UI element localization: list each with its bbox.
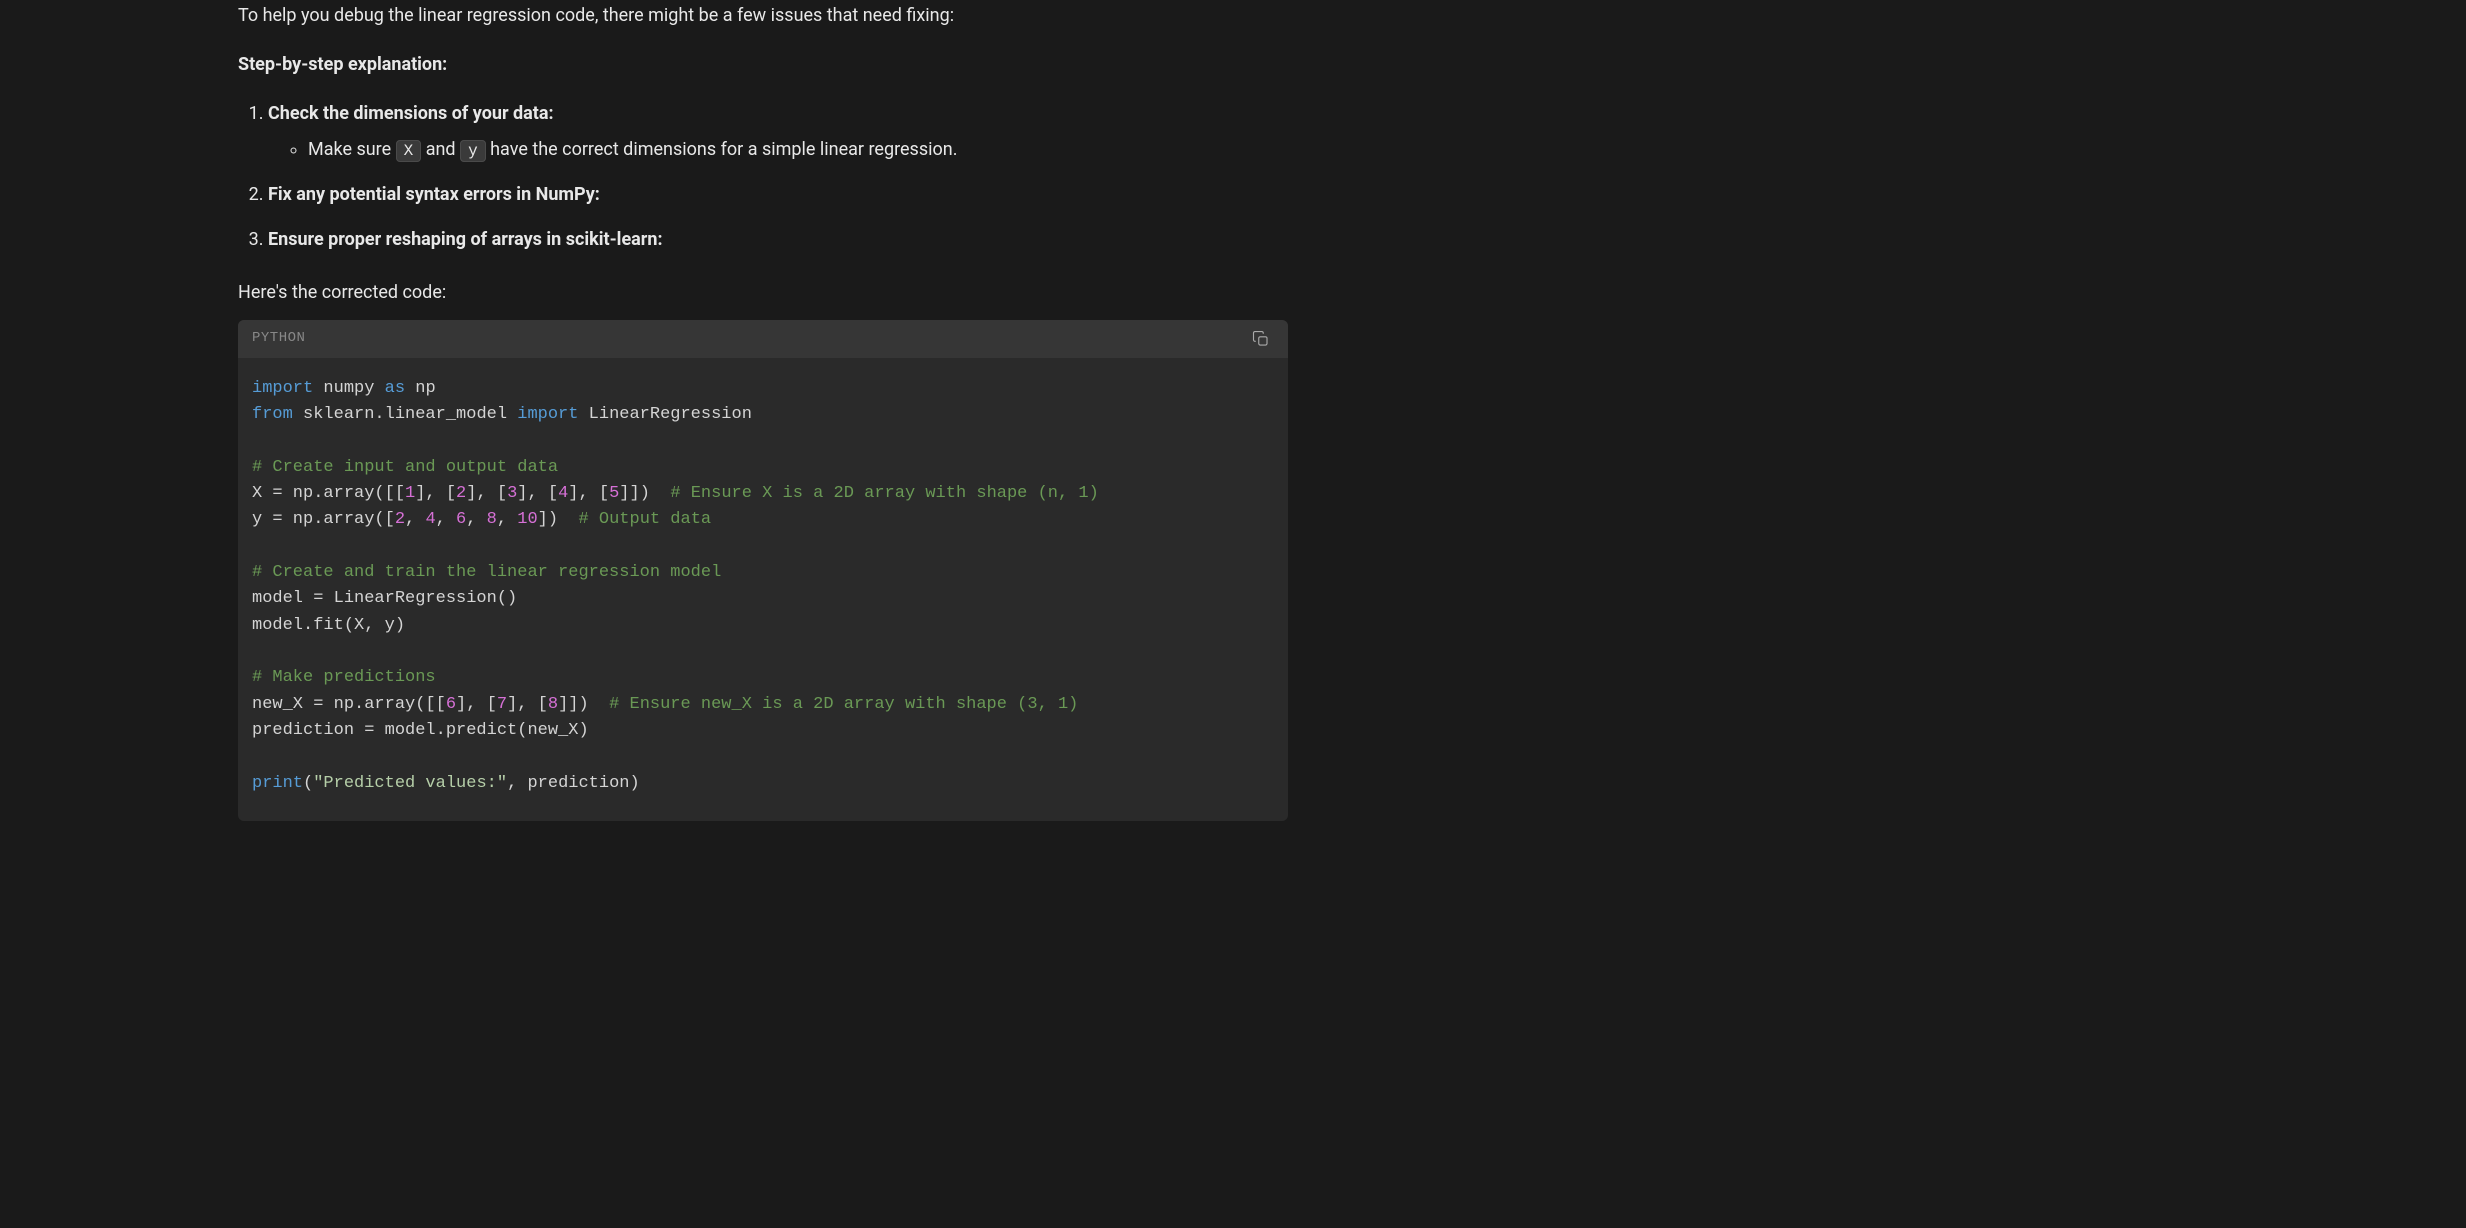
code-token: 4 [558, 484, 568, 503]
code-token: 2 [395, 510, 405, 529]
code-token: 4 [425, 510, 435, 529]
inline-code-x: X [396, 140, 422, 162]
copy-code-button[interactable] [1248, 326, 1274, 352]
code-token: X = np.array([[ [252, 484, 405, 503]
code-token: ]]) [619, 484, 670, 503]
code-token: # Create and train the linear regression… [252, 563, 721, 582]
code-token: ]) [538, 510, 579, 529]
step-title: Ensure proper reshaping of arrays in sci… [268, 229, 663, 250]
code-token: # Ensure new_X is a 2D array with shape … [609, 695, 1078, 714]
code-token: 6 [446, 695, 456, 714]
step-heading: Step-by-step explanation: [238, 51, 1288, 80]
step-item-2: Fix any potential syntax errors in NumPy… [268, 181, 1288, 210]
code-token: model.fit(X, y) [252, 616, 405, 635]
code-token: # Ensure X is a 2D array with shape (n, … [670, 484, 1098, 503]
code-token: ], [ [517, 484, 558, 503]
code-token: ], [ [568, 484, 609, 503]
corrected-code-label: Here's the corrected code: [238, 279, 1288, 308]
code-token: 6 [456, 510, 466, 529]
code-token: 1 [405, 484, 415, 503]
code-token: , [497, 510, 517, 529]
code-token: import [517, 405, 578, 424]
code-block: PYTHON import numpy as np from sklearn.l… [238, 320, 1288, 822]
copy-icon [1252, 330, 1270, 348]
code-token: y = np.array([ [252, 510, 395, 529]
code-token: , prediction) [507, 774, 640, 793]
code-token: , [466, 510, 486, 529]
code-token: from [252, 405, 293, 424]
code-token: , [436, 510, 456, 529]
intro-paragraph: To help you debug the linear regression … [238, 2, 1288, 31]
code-token: LinearRegression [578, 405, 751, 424]
sub-text: and [426, 139, 460, 160]
code-token: prediction = model.predict(new_X) [252, 721, 589, 740]
code-token: # Output data [578, 510, 711, 529]
code-token: # Create input and output data [252, 458, 558, 477]
code-token: sklearn.linear_model [293, 405, 517, 424]
code-content[interactable]: import numpy as np from sklearn.linear_m… [238, 358, 1288, 822]
code-token: 2 [456, 484, 466, 503]
step-item-1: Check the dimensions of your data: Make … [268, 100, 1288, 166]
code-token: new_X = np.array([[ [252, 695, 446, 714]
step-title: Fix any potential syntax errors in NumPy… [268, 184, 600, 205]
code-token: import [252, 379, 313, 398]
code-token: as [385, 379, 405, 398]
code-token: numpy [313, 379, 384, 398]
content-container: To help you debug the linear regression … [238, 0, 1288, 821]
code-token: 8 [487, 510, 497, 529]
code-token: 5 [609, 484, 619, 503]
code-token: ( [303, 774, 313, 793]
sub-text: Make sure [308, 139, 396, 160]
code-token: ], [ [415, 484, 456, 503]
sublist-item: Make sure X and y have the correct dimen… [308, 136, 1288, 165]
code-token: 7 [497, 695, 507, 714]
code-token: , [405, 510, 425, 529]
step-sublist: Make sure X and y have the correct dimen… [268, 136, 1288, 165]
code-token: # Make predictions [252, 668, 436, 687]
code-token: 10 [517, 510, 537, 529]
code-token: print [252, 774, 303, 793]
steps-list: Check the dimensions of your data: Make … [238, 100, 1288, 255]
code-token: model = LinearRegression() [252, 589, 517, 608]
step-title: Check the dimensions of your data: [268, 103, 554, 124]
code-token: np [405, 379, 436, 398]
code-token: "Predicted values:" [313, 774, 507, 793]
code-token: 3 [507, 484, 517, 503]
sub-text: have the correct dimensions for a simple… [490, 139, 957, 160]
step-item-3: Ensure proper reshaping of arrays in sci… [268, 226, 1288, 255]
code-token: ], [ [507, 695, 548, 714]
code-token: 8 [548, 695, 558, 714]
code-header: PYTHON [238, 320, 1288, 358]
code-language-label: PYTHON [252, 327, 305, 349]
code-token: ]]) [558, 695, 609, 714]
code-token: ], [ [456, 695, 497, 714]
code-token: ], [ [466, 484, 507, 503]
inline-code-y: y [460, 140, 486, 162]
